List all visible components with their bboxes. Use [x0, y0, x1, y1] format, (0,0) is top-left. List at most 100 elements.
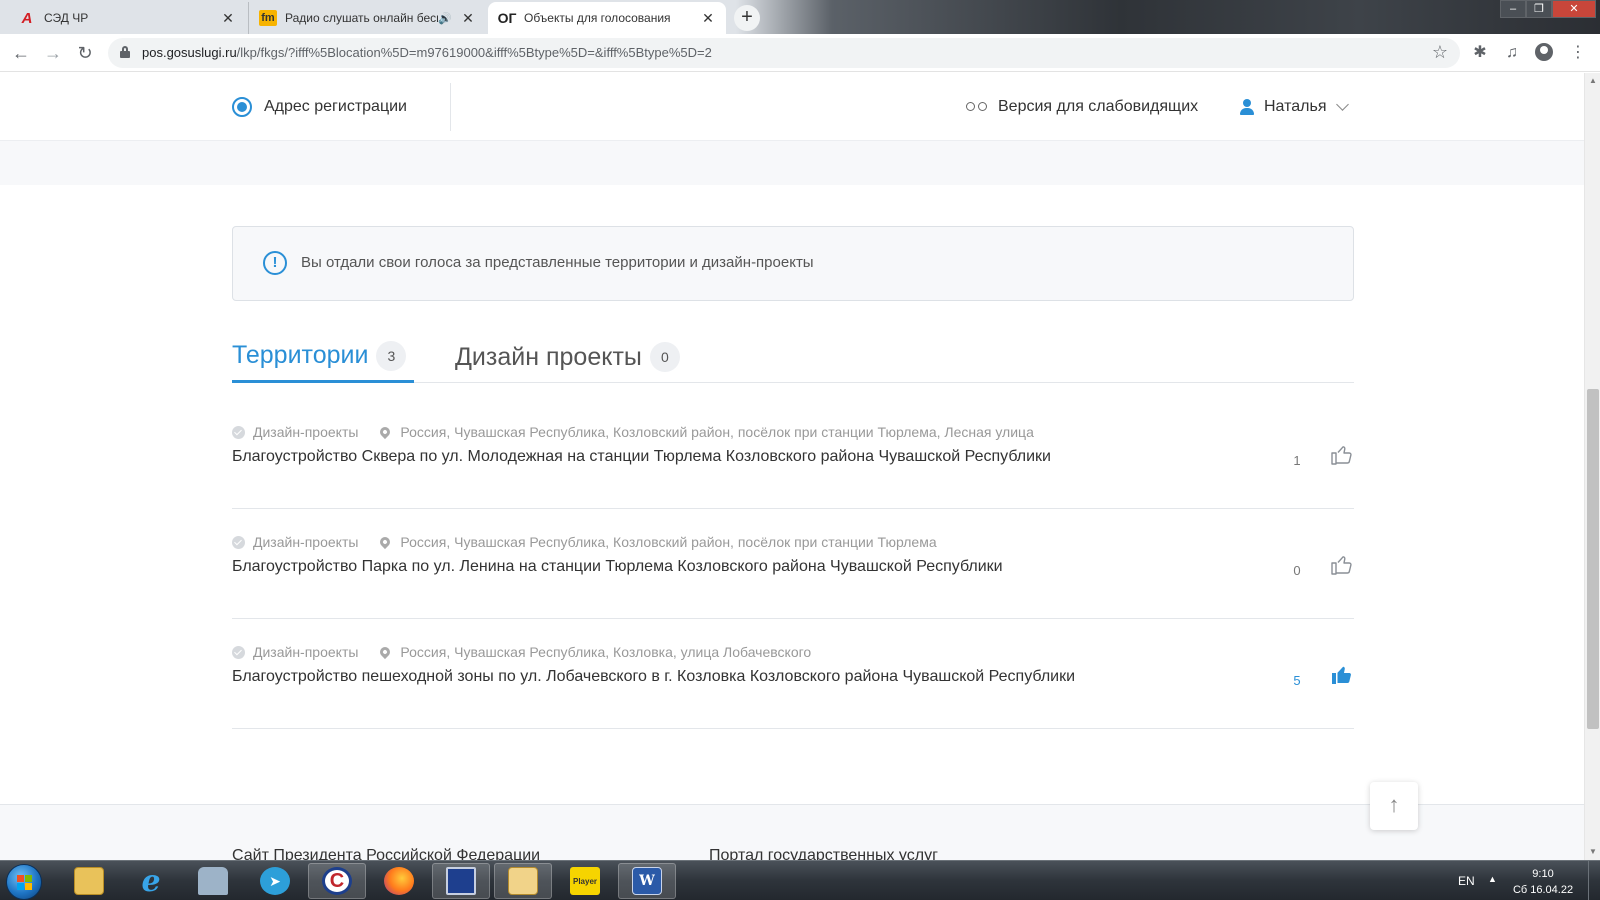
low-vision-label: Версия для слабовидящих	[998, 98, 1199, 115]
language-indicator[interactable]: EN	[1458, 874, 1475, 888]
profile-avatar-icon[interactable]	[1534, 43, 1554, 63]
browser-tab-radio[interactable]: fm Радио слушать онлайн бесп 🔊 ✕	[248, 2, 486, 34]
firefox-icon	[384, 867, 414, 895]
taskbar-player[interactable]: Player	[556, 863, 614, 899]
registration-address-toggle[interactable]: Адрес регистрации	[232, 95, 407, 119]
tab-count-badge: 0	[649, 342, 680, 372]
radio-selected-icon[interactable]	[232, 97, 252, 117]
taskbar-explorer[interactable]	[60, 863, 118, 899]
telegram-icon: ➤	[260, 867, 290, 895]
url-text[interactable]: pos.gosuslugi.ru/lkp/fkgs/?ifff%5Blocati…	[142, 45, 712, 60]
word-icon: W	[632, 867, 662, 895]
site-footer: Сайт Президента Российской Федерации Пор…	[0, 804, 1584, 860]
new-tab-button[interactable]: +	[734, 5, 760, 31]
taskbar-save-app[interactable]	[432, 863, 490, 899]
vote-count: 5	[1293, 673, 1301, 688]
location-pin-icon	[378, 424, 393, 440]
show-desktop-button[interactable]	[1588, 861, 1600, 900]
list-item: Дизайн-проекты Россия, Чувашская Республ…	[232, 401, 1354, 509]
close-icon[interactable]: ✕	[220, 10, 236, 27]
user-icon	[1240, 99, 1254, 115]
mail-envelope-icon	[508, 867, 538, 895]
taskbar-word[interactable]: W	[618, 863, 676, 899]
vote-notice-banner: ! Вы отдали свои голоса за представленны…	[232, 226, 1354, 301]
item-title-link[interactable]: Благоустройство Парка по ул. Ленина на с…	[232, 558, 1003, 576]
scanner-icon	[198, 867, 228, 895]
clock-time: 9:10	[1532, 868, 1554, 880]
item-meta: Дизайн-проекты Россия, Чувашская Республ…	[232, 424, 1034, 440]
taskbar-app-c[interactable]: C	[308, 863, 366, 899]
tab-label: Дизайн проекты	[455, 342, 642, 371]
thumbs-up-outline-icon[interactable]	[1330, 443, 1354, 467]
location-pin-icon	[378, 534, 393, 550]
tab-title: Радио слушать онлайн бесп	[285, 11, 439, 25]
address-bar[interactable]: pos.gosuslugi.ru/lkp/fkgs/?ifff%5Blocati…	[108, 38, 1460, 68]
forward-arrow-icon[interactable]: →	[42, 42, 64, 64]
floppy-disk-icon	[446, 867, 476, 895]
browser-tab-voting[interactable]: ОГ Объекты для голосования ✕	[488, 2, 726, 34]
tray-clock[interactable]: 9:10 Сб 16.04.22	[1508, 866, 1578, 898]
glasses-icon	[966, 101, 988, 113]
scroll-up-arrow-icon[interactable]: ▲	[1585, 73, 1600, 89]
check-circle-icon	[232, 645, 245, 659]
bookmark-star-icon[interactable]: ☆	[1432, 42, 1448, 63]
extensions-puzzle-icon[interactable]: ✱	[1470, 43, 1490, 63]
scroll-down-arrow-icon[interactable]: ▼	[1585, 844, 1600, 860]
thumbs-up-outline-icon[interactable]	[1330, 553, 1354, 577]
browser-tab-sed[interactable]: A СЭД ЧР ✕	[8, 2, 246, 34]
reload-icon[interactable]: ↻	[74, 42, 96, 64]
taskbar-telegram[interactable]: ➤	[246, 863, 304, 899]
item-category: Дизайн-проекты	[253, 424, 359, 440]
item-title-link[interactable]: Благоустройство Сквера по ул. Молодежная…	[232, 448, 1051, 466]
minimize-button[interactable]: –	[1500, 0, 1526, 18]
tab-title: Объекты для голосования	[524, 11, 671, 25]
user-menu[interactable]: Наталья	[1240, 95, 1350, 119]
item-category: Дизайн-проекты	[253, 644, 359, 660]
browser-toolbar: ← → ↻ pos.gosuslugi.ru/lkp/fkgs/?ifff%5B…	[0, 34, 1600, 72]
scrollbar-thumb[interactable]	[1587, 389, 1599, 729]
browser-tab-strip: A СЭД ЧР ✕ fm Радио слушать онлайн бесп …	[0, 0, 1600, 34]
tray-expand-icon[interactable]: ▲	[1488, 874, 1497, 884]
windows-taskbar: e ➤ C Player W EN ▲ 9:10 Сб 16.04.22	[0, 860, 1600, 900]
item-meta: Дизайн-проекты Россия, Чувашская Республ…	[232, 644, 811, 660]
info-exclamation-icon: !	[263, 251, 287, 275]
item-title-link[interactable]: Благоустройство пешеходной зоны по ул. Л…	[232, 668, 1075, 686]
thumbs-up-filled-icon[interactable]	[1330, 663, 1354, 687]
sed-favicon-icon: A	[21, 9, 33, 27]
tab-count-badge: 3	[376, 340, 407, 371]
scroll-to-top-button[interactable]: ↑	[1370, 782, 1418, 830]
item-address: Россия, Чувашская Республика, Козловский…	[400, 424, 1034, 440]
low-vision-link[interactable]: Версия для слабовидящих	[966, 95, 1198, 119]
taskbar-firefox[interactable]	[370, 863, 428, 899]
og-favicon-icon: ОГ	[497, 10, 517, 26]
speaker-icon[interactable]: 🔊	[438, 12, 452, 25]
browser-menu-icon[interactable]: ⋮	[1568, 43, 1588, 63]
window-close-button[interactable]: ✕	[1552, 0, 1596, 18]
taskbar-ie[interactable]: e	[122, 863, 180, 899]
tab-territories[interactable]: Территории 3	[232, 331, 414, 383]
url-path: /lkp/fkgs/?ifff%5Blocation%5D=m97619000&…	[236, 45, 712, 60]
close-icon[interactable]: ✕	[700, 10, 716, 27]
url-host: pos.gosuslugi.ru	[142, 45, 237, 60]
lock-icon[interactable]	[120, 46, 130, 58]
taskbar-mail[interactable]	[494, 863, 552, 899]
media-control-icon[interactable]: ♫	[1502, 43, 1522, 63]
tab-title: СЭД ЧР	[44, 11, 89, 25]
start-button[interactable]	[6, 864, 42, 900]
taskbar-scanner[interactable]	[184, 863, 242, 899]
back-arrow-icon[interactable]: ←	[10, 42, 32, 64]
windows-logo-icon	[17, 875, 33, 891]
check-circle-icon	[232, 535, 245, 549]
tab-design-projects[interactable]: Дизайн проекты 0	[455, 331, 680, 383]
close-icon[interactable]: ✕	[460, 10, 476, 27]
registration-address-label: Адрес регистрации	[264, 98, 407, 115]
item-address: Россия, Чувашская Республика, Козловка, …	[400, 644, 812, 660]
location-pin-icon	[378, 644, 393, 660]
footer-link-president[interactable]: Сайт Президента Российской Федерации	[232, 847, 540, 860]
vote-count: 1	[1293, 453, 1301, 468]
chevron-down-icon[interactable]	[1336, 98, 1350, 111]
list-item: Дизайн-проекты Россия, Чувашская Республ…	[232, 621, 1354, 729]
footer-link-gosuslugi[interactable]: Портал государственных услуг	[709, 847, 938, 860]
maximize-button[interactable]: ❐	[1526, 0, 1552, 18]
page-scrollbar[interactable]: ▲ ▼	[1584, 73, 1600, 860]
